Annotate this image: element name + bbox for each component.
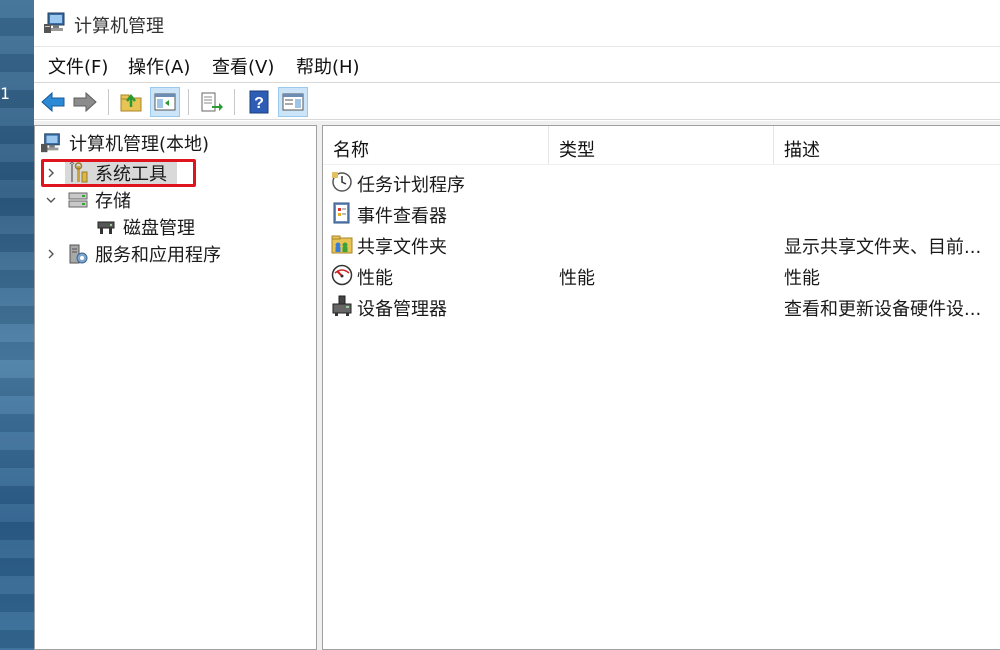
tree-item-label: 计算机管理(本地) — [69, 134, 210, 155]
row-name: 共享文件夹 — [357, 237, 447, 258]
list-row[interactable]: 设备管理器 查看和更新设备硬件设... — [323, 291, 1000, 322]
help-button[interactable]: ? — [244, 87, 274, 117]
show-hide-action-pane-button[interactable] — [278, 87, 308, 117]
show-hide-tree-icon — [154, 93, 176, 111]
row-type: 性能 — [559, 268, 595, 289]
disk-management-icon — [97, 221, 115, 234]
computer-management-icon — [41, 133, 60, 153]
tree-item-services-and-applications[interactable]: 服务和应用程序 — [67, 241, 221, 267]
menu-action[interactable]: 操作(A) — [126, 53, 192, 79]
results-list[interactable]: 名称 类型 描述 任务计划程序 事件查看器 共享文件夹 显示共享文件夹、目前..… — [322, 125, 1000, 650]
tree-item-root[interactable]: 计算机管理(本地) — [41, 130, 209, 156]
help-icon: ? — [249, 90, 269, 114]
menu-view[interactable]: 查看(V) — [210, 53, 276, 79]
device-manager-icon — [332, 295, 352, 316]
export-list-button[interactable] — [196, 87, 226, 117]
tree-item-label: 系统工具 — [95, 164, 167, 185]
tree-item-label: 服务和应用程序 — [95, 245, 221, 266]
show-hide-console-tree-button[interactable] — [150, 87, 180, 117]
column-header-type[interactable]: 类型 — [549, 126, 774, 164]
menu-help[interactable]: 帮助(H) — [294, 53, 362, 79]
list-row[interactable]: 任务计划程序 — [323, 167, 1000, 198]
toolbar-separator — [188, 89, 189, 115]
tree-item-label: 存储 — [95, 191, 131, 212]
forward-arrow-icon — [73, 91, 97, 113]
export-list-icon — [201, 92, 223, 112]
list-row[interactable]: 共享文件夹 显示共享文件夹、目前... — [323, 229, 1000, 260]
storage-icon — [68, 192, 88, 208]
up-folder-icon — [120, 93, 142, 112]
menu-file[interactable]: 文件(F) — [46, 53, 110, 79]
computer-management-icon — [44, 12, 65, 33]
header-divider — [323, 164, 1000, 165]
row-name: 设备管理器 — [357, 299, 447, 320]
toolbar-separator — [108, 89, 109, 115]
system-tools-icon — [69, 162, 88, 183]
chevron-down-icon[interactable] — [45, 194, 57, 206]
column-header-name[interactable]: 名称 — [323, 126, 549, 164]
list-row[interactable]: 事件查看器 — [323, 198, 1000, 229]
desktop-edge-glyph: 1 — [0, 84, 10, 103]
performance-icon — [331, 264, 353, 286]
shared-folder-icon — [331, 235, 353, 254]
forward-button[interactable] — [70, 87, 100, 117]
row-description: 性能 — [784, 268, 820, 289]
back-arrow-icon — [41, 91, 65, 113]
title-bar[interactable]: 计算机管理 — [34, 0, 1000, 46]
event-viewer-icon — [333, 202, 350, 224]
services-applications-icon — [69, 244, 88, 264]
computer-management-window: 计算机管理 文件(F) 操作(A) 查看(V) 帮助(H) ? 计算机管理(本地… — [34, 0, 1000, 650]
up-one-level-button[interactable] — [116, 87, 146, 117]
chevron-right-icon[interactable] — [45, 248, 57, 260]
svg-text:?: ? — [254, 95, 264, 112]
menu-bar: 文件(F) 操作(A) 查看(V) 帮助(H) — [34, 46, 1000, 82]
column-header-description[interactable]: 描述 — [774, 126, 1000, 164]
show-hide-action-pane-icon — [282, 93, 304, 111]
list-row[interactable]: 性能 性能 性能 — [323, 260, 1000, 291]
toolbar-separator — [234, 89, 235, 115]
window-title: 计算机管理 — [74, 16, 164, 37]
tree-item-label: 磁盘管理 — [123, 218, 195, 239]
row-name: 事件查看器 — [357, 206, 447, 227]
toolbar: ? — [34, 82, 1000, 120]
clock-icon — [332, 172, 352, 192]
row-description: 查看和更新设备硬件设... — [784, 299, 982, 320]
tree-item-storage[interactable]: 存储 — [67, 187, 131, 213]
chevron-right-icon[interactable] — [45, 167, 57, 179]
console-tree[interactable]: 计算机管理(本地) 系统工具 存储 磁盘管理 服务和应用程序 — [34, 125, 317, 650]
desktop-background: 1 — [0, 0, 34, 650]
tree-item-system-tools[interactable]: 系统工具 — [67, 160, 167, 186]
row-name: 任务计划程序 — [357, 175, 465, 196]
content-area: 计算机管理(本地) 系统工具 存储 磁盘管理 服务和应用程序 名称 类型 描述 … — [34, 121, 1000, 650]
row-name: 性能 — [357, 268, 393, 289]
back-button[interactable] — [38, 87, 68, 117]
tree-item-disk-management[interactable]: 磁盘管理 — [95, 214, 195, 240]
row-description: 显示共享文件夹、目前... — [784, 237, 982, 258]
